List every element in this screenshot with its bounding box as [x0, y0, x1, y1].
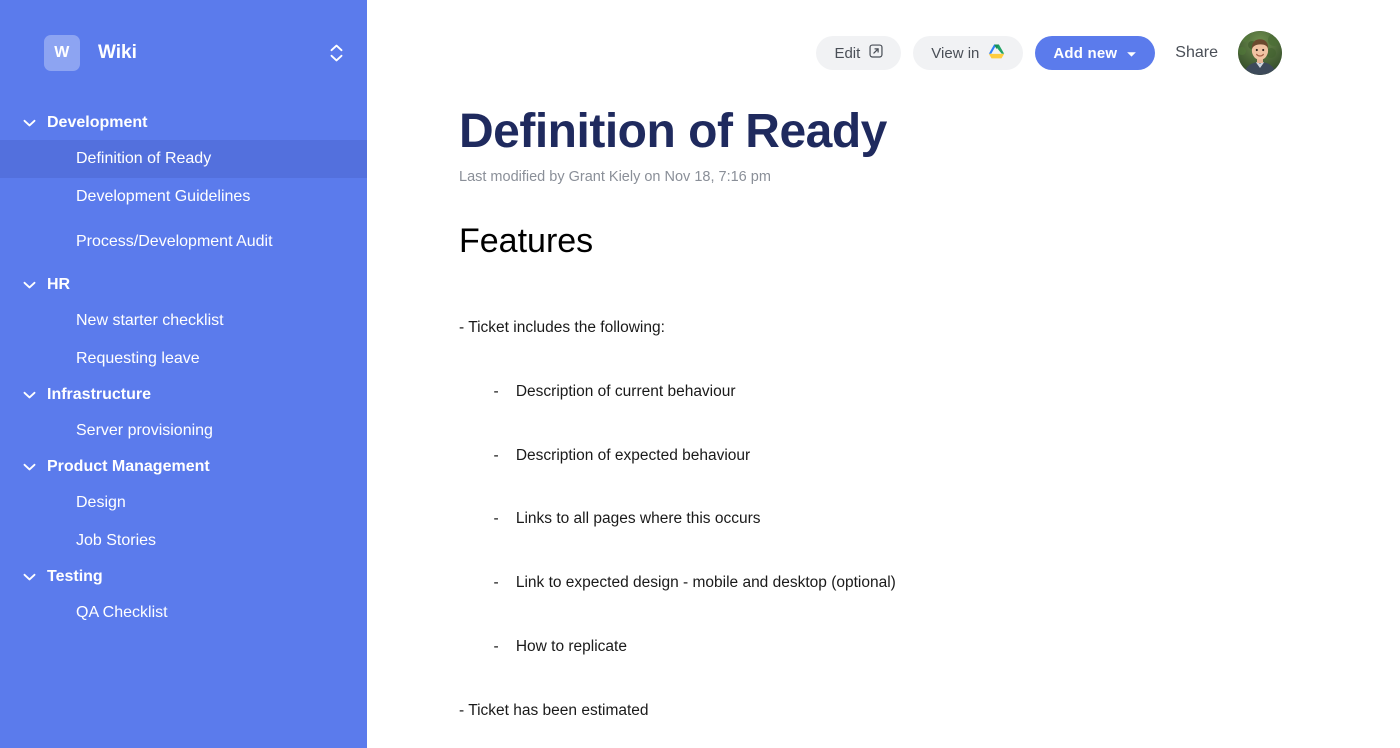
- content-line: - How to replicate: [459, 638, 627, 656]
- sidebar-item-label: Job Stories: [76, 531, 157, 549]
- sidebar-item-requesting-leave[interactable]: Requesting leave: [0, 340, 367, 378]
- sidebar-item-job-stories[interactable]: Job Stories: [0, 522, 367, 560]
- sidebar-section-label: Infrastructure: [47, 386, 152, 403]
- add-new-button[interactable]: Add new: [1035, 36, 1156, 70]
- document-body: Definition of Ready Last modified by Gra…: [367, 105, 1400, 748]
- content-line: - Ticket has been estimated: [459, 702, 649, 720]
- sidebar-item-definition-of-ready[interactable]: Definition of Ready: [0, 140, 367, 178]
- sidebar-item-label: New starter checklist: [76, 311, 224, 329]
- edit-button[interactable]: Edit: [816, 36, 902, 70]
- sidebar-item-qa-checklist[interactable]: QA Checklist: [0, 594, 367, 632]
- view-in-button-label: View in: [931, 44, 980, 62]
- sidebar-item-label: Definition of Ready: [76, 149, 212, 167]
- content-line: - Description of current behaviour: [459, 382, 736, 400]
- sidebar-section-product-management[interactable]: Product Management: [0, 450, 367, 484]
- content-line: - Links to all pages where this occurs: [459, 510, 761, 528]
- content-line: - Description of expected behaviour: [459, 446, 751, 464]
- sidebar-item-label: Requesting leave: [76, 349, 200, 367]
- edit-button-label: Edit: [834, 44, 861, 62]
- sidebar-section-development[interactable]: Development: [0, 106, 367, 140]
- sidebar-section-label: HR: [47, 276, 71, 293]
- section-heading-features: Features: [459, 221, 594, 260]
- sidebar-section-testing[interactable]: Testing: [0, 560, 367, 594]
- content-line: - Link to expected design - mobile and d…: [459, 574, 896, 592]
- avatar[interactable]: [1238, 31, 1282, 75]
- sidebar-item-label: Design: [76, 493, 126, 511]
- add-new-button-label: Add new: [1053, 44, 1118, 62]
- content-line: - Ticket includes the following:: [459, 318, 665, 336]
- chevron-down-icon: [20, 114, 38, 132]
- chevron-down-icon: [20, 386, 38, 404]
- nav-group-hr: HR New starter checklist Requesting leav…: [0, 268, 367, 378]
- workspace-logo-badge[interactable]: W: [44, 35, 80, 71]
- nav-group-development: Development Definition of Ready Developm…: [0, 106, 367, 268]
- google-drive-icon: [988, 43, 1005, 63]
- sidebar-section-label: Development: [47, 114, 148, 131]
- sidebar-item-server-provisioning[interactable]: Server provisioning: [0, 412, 367, 450]
- sidebar-item-label: Process/Development Audit: [76, 232, 273, 250]
- sidebar-item-label: QA Checklist: [76, 603, 168, 621]
- sidebar-section-label: Testing: [47, 568, 103, 585]
- nav-group-infrastructure: Infrastructure Server provisioning: [0, 378, 367, 450]
- sidebar-item-label: Development Guidelines: [76, 187, 251, 205]
- share-button[interactable]: Share: [1175, 44, 1218, 62]
- external-link-icon: [869, 44, 883, 62]
- chevron-down-icon: [20, 276, 38, 294]
- sidebar-section-hr[interactable]: HR: [0, 268, 367, 302]
- nav-group-testing: Testing QA Checklist: [0, 560, 367, 632]
- workspace-logo-initial: W: [54, 44, 70, 61]
- sidebar-header: W Wiki: [0, 0, 367, 106]
- sidebar-section-infrastructure[interactable]: Infrastructure: [0, 378, 367, 412]
- chevron-down-icon: [20, 458, 38, 476]
- sidebar: W Wiki Development Definition of Ready D…: [0, 0, 367, 748]
- view-in-drive-button[interactable]: View in: [913, 36, 1024, 70]
- caret-down-icon: [1126, 45, 1137, 62]
- sidebar-item-process-development-audit[interactable]: Process/Development Audit: [0, 216, 367, 268]
- sidebar-item-design[interactable]: Design: [0, 484, 367, 522]
- sidebar-item-label: Server provisioning: [76, 421, 213, 439]
- page-toolbar: Edit View in Add new Share: [367, 0, 1400, 106]
- sidebar-navigation: Development Definition of Ready Developm…: [0, 106, 367, 632]
- sidebar-item-development-guidelines[interactable]: Development Guidelines: [0, 178, 367, 216]
- last-modified-meta: Last modified by Grant Kiely on Nov 18, …: [459, 168, 771, 185]
- chevron-up-down-icon[interactable]: [325, 38, 347, 68]
- workspace-name: Wiki: [98, 42, 137, 63]
- page-title: Definition of Ready: [459, 105, 887, 158]
- sidebar-item-new-starter-checklist[interactable]: New starter checklist: [0, 302, 367, 340]
- document-content-list: - Ticket includes the following: - Descr…: [459, 274, 1360, 748]
- sidebar-section-label: Product Management: [47, 458, 210, 475]
- chevron-down-icon: [20, 568, 38, 586]
- main-content: Edit View in Add new Share Definition of…: [367, 0, 1400, 748]
- nav-group-product-management: Product Management Design Job Stories: [0, 450, 367, 560]
